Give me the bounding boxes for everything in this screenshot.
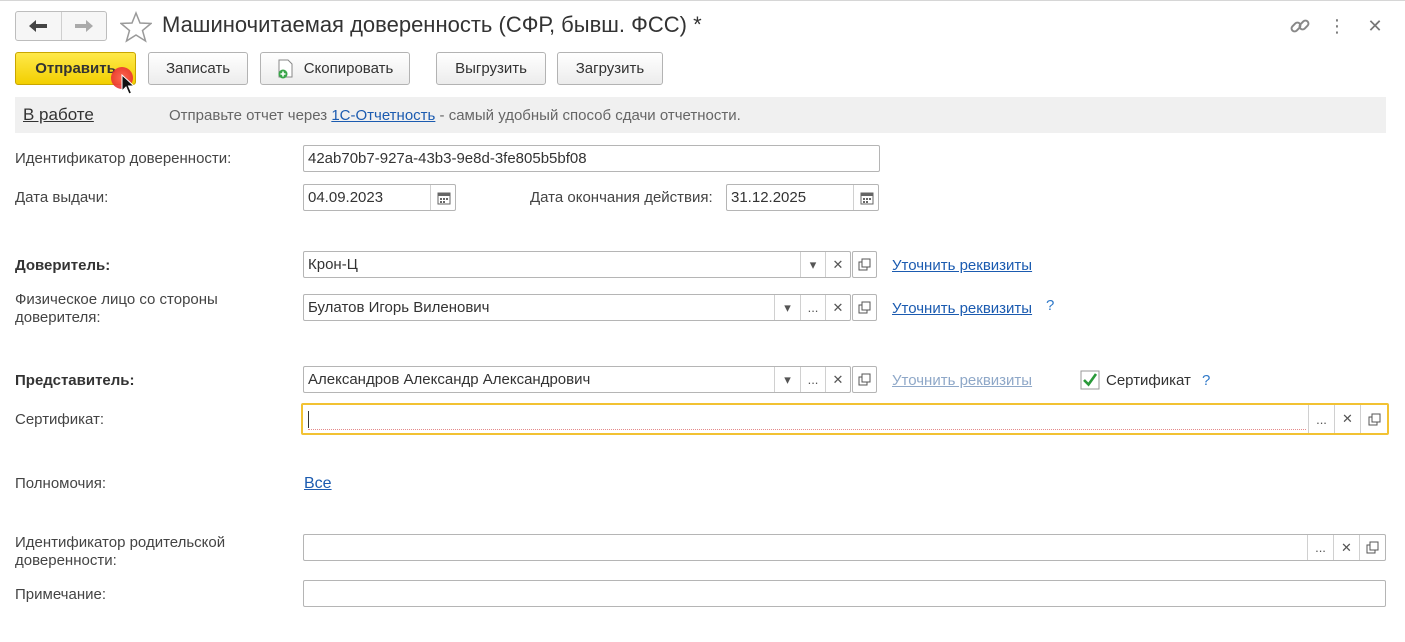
open-window-icon — [858, 373, 871, 386]
principal-input[interactable]: Крон-Ц ▾ ✕ — [303, 251, 851, 278]
select-ellipsis-button[interactable]: ... — [800, 367, 825, 392]
back-button[interactable] — [16, 12, 61, 40]
copy-icon — [277, 59, 295, 79]
principal-value: Крон-Ц — [308, 256, 358, 273]
copy-button[interactable]: Скопировать — [260, 52, 410, 85]
status-message: Отправьте отчет через 1С-Отчетность - са… — [169, 107, 741, 124]
save-button[interactable]: Записать — [148, 52, 248, 85]
link-icon[interactable] — [1288, 14, 1312, 38]
favorite-star-icon[interactable] — [119, 10, 153, 43]
note-label: Примечание: — [15, 586, 106, 603]
dropdown-chevron-icon[interactable]: ▾ — [800, 252, 825, 277]
representative-details-link[interactable]: Уточнить реквизиты — [892, 372, 1032, 389]
page-title: Машиночитаемая доверенность (СФР, бывш. … — [162, 12, 702, 37]
id-input[interactable]: 42ab70b7-927a-43b3-9e8d-3fe805b5bf08 — [303, 145, 880, 172]
required-underline — [308, 429, 1306, 430]
dropdown-chevron-icon[interactable]: ▾ — [774, 367, 800, 392]
clear-icon[interactable]: ✕ — [1334, 405, 1360, 433]
certificate-checkbox[interactable] — [1080, 370, 1100, 390]
issue-date-input[interactable]: 04.09.2023 — [303, 184, 456, 211]
arrow-left-icon — [29, 20, 48, 32]
powers-link[interactable]: Все — [304, 475, 332, 493]
top-border — [0, 0, 1405, 1]
text-caret — [308, 411, 309, 428]
parent-id-label-line2: доверенности: — [15, 552, 117, 569]
select-ellipsis-button[interactable]: ... — [800, 295, 825, 320]
calendar-icon[interactable] — [853, 185, 879, 210]
parent-id-label: Идентификатор родительской доверенности: — [15, 534, 225, 570]
certificate-label: Сертификат: — [15, 411, 105, 428]
export-button[interactable]: Выгрузить — [436, 52, 546, 85]
note-input[interactable] — [303, 580, 1386, 607]
arrow-right-icon — [74, 20, 93, 32]
powers-label: Полномочия: — [15, 475, 106, 492]
import-button[interactable]: Загрузить — [557, 52, 663, 85]
certificate-checkbox-label: Сертификат — [1106, 372, 1191, 389]
parent-id-label-line1: Идентификатор родительской — [15, 534, 226, 551]
principal-person-label-line1: Физическое лицо со стороны — [15, 291, 218, 308]
open-person-button[interactable] — [852, 294, 877, 321]
principal-details-link[interactable]: Уточнить реквизиты — [892, 257, 1032, 274]
open-principal-button[interactable] — [852, 251, 877, 278]
certificate-input[interactable]: ... ✕ — [301, 403, 1389, 435]
nav-buttons — [15, 11, 107, 41]
clear-icon[interactable]: ✕ — [825, 252, 850, 277]
parent-id-input[interactable]: ... ✕ — [303, 534, 1386, 561]
select-ellipsis-button[interactable]: ... — [1308, 405, 1334, 433]
representative-input[interactable]: Александров Александр Александрович ▾ ..… — [303, 366, 851, 393]
mouse-cursor-icon — [121, 74, 135, 95]
clear-icon[interactable]: ✕ — [825, 367, 850, 392]
end-date-input[interactable]: 31.12.2025 — [726, 184, 879, 211]
person-details-link[interactable]: Уточнить реквизиты — [892, 300, 1032, 317]
help-icon[interactable]: ? — [1202, 372, 1210, 389]
forward-button[interactable] — [60, 12, 107, 40]
help-icon[interactable]: ? — [1046, 297, 1054, 314]
open-window-icon[interactable] — [1360, 405, 1387, 433]
representative-label: Представитель: — [15, 372, 135, 389]
open-window-icon — [858, 258, 871, 271]
status-message-prefix: Отправьте отчет через — [169, 107, 332, 124]
select-ellipsis-button[interactable]: ... — [1307, 535, 1333, 560]
open-representative-button[interactable] — [852, 366, 877, 393]
principal-person-label: Физическое лицо со стороны доверителя: — [15, 291, 218, 327]
id-value: 42ab70b7-927a-43b3-9e8d-3fe805b5bf08 — [308, 150, 587, 167]
clear-icon[interactable]: ✕ — [1333, 535, 1359, 560]
principal-person-value: Булатов Игорь Виленович — [308, 299, 490, 316]
dropdown-chevron-icon[interactable]: ▾ — [774, 295, 800, 320]
status-state-link[interactable]: В работе — [23, 105, 94, 125]
clear-icon[interactable]: ✕ — [825, 295, 850, 320]
end-date-value: 31.12.2025 — [731, 189, 807, 206]
more-menu-icon[interactable]: ⋮ — [1325, 14, 1349, 38]
status-message-suffix: - самый удобный способ сдачи отчетности. — [435, 107, 741, 124]
principal-person-input[interactable]: Булатов Игорь Виленович ▾ ... ✕ — [303, 294, 851, 321]
principal-label: Доверитель: — [15, 257, 111, 274]
calendar-icon[interactable] — [430, 185, 456, 210]
principal-person-label-line2: доверителя: — [15, 309, 101, 326]
copy-button-label: Скопировать — [303, 60, 394, 77]
issue-date-value: 04.09.2023 — [308, 189, 384, 206]
close-icon[interactable]: ✕ — [1363, 14, 1387, 38]
status-bar: В работе Отправьте отчет через 1С-Отчетн… — [15, 97, 1386, 133]
id-label: Идентификатор доверенности: — [15, 150, 232, 167]
representative-value: Александров Александр Александрович — [308, 371, 591, 388]
open-window-icon — [858, 301, 871, 314]
open-window-icon[interactable] — [1359, 535, 1385, 560]
issue-date-label: Дата выдачи: — [15, 189, 109, 206]
end-date-label: Дата окончания действия: — [530, 189, 713, 206]
reporting-link[interactable]: 1С-Отчетность — [331, 107, 435, 124]
